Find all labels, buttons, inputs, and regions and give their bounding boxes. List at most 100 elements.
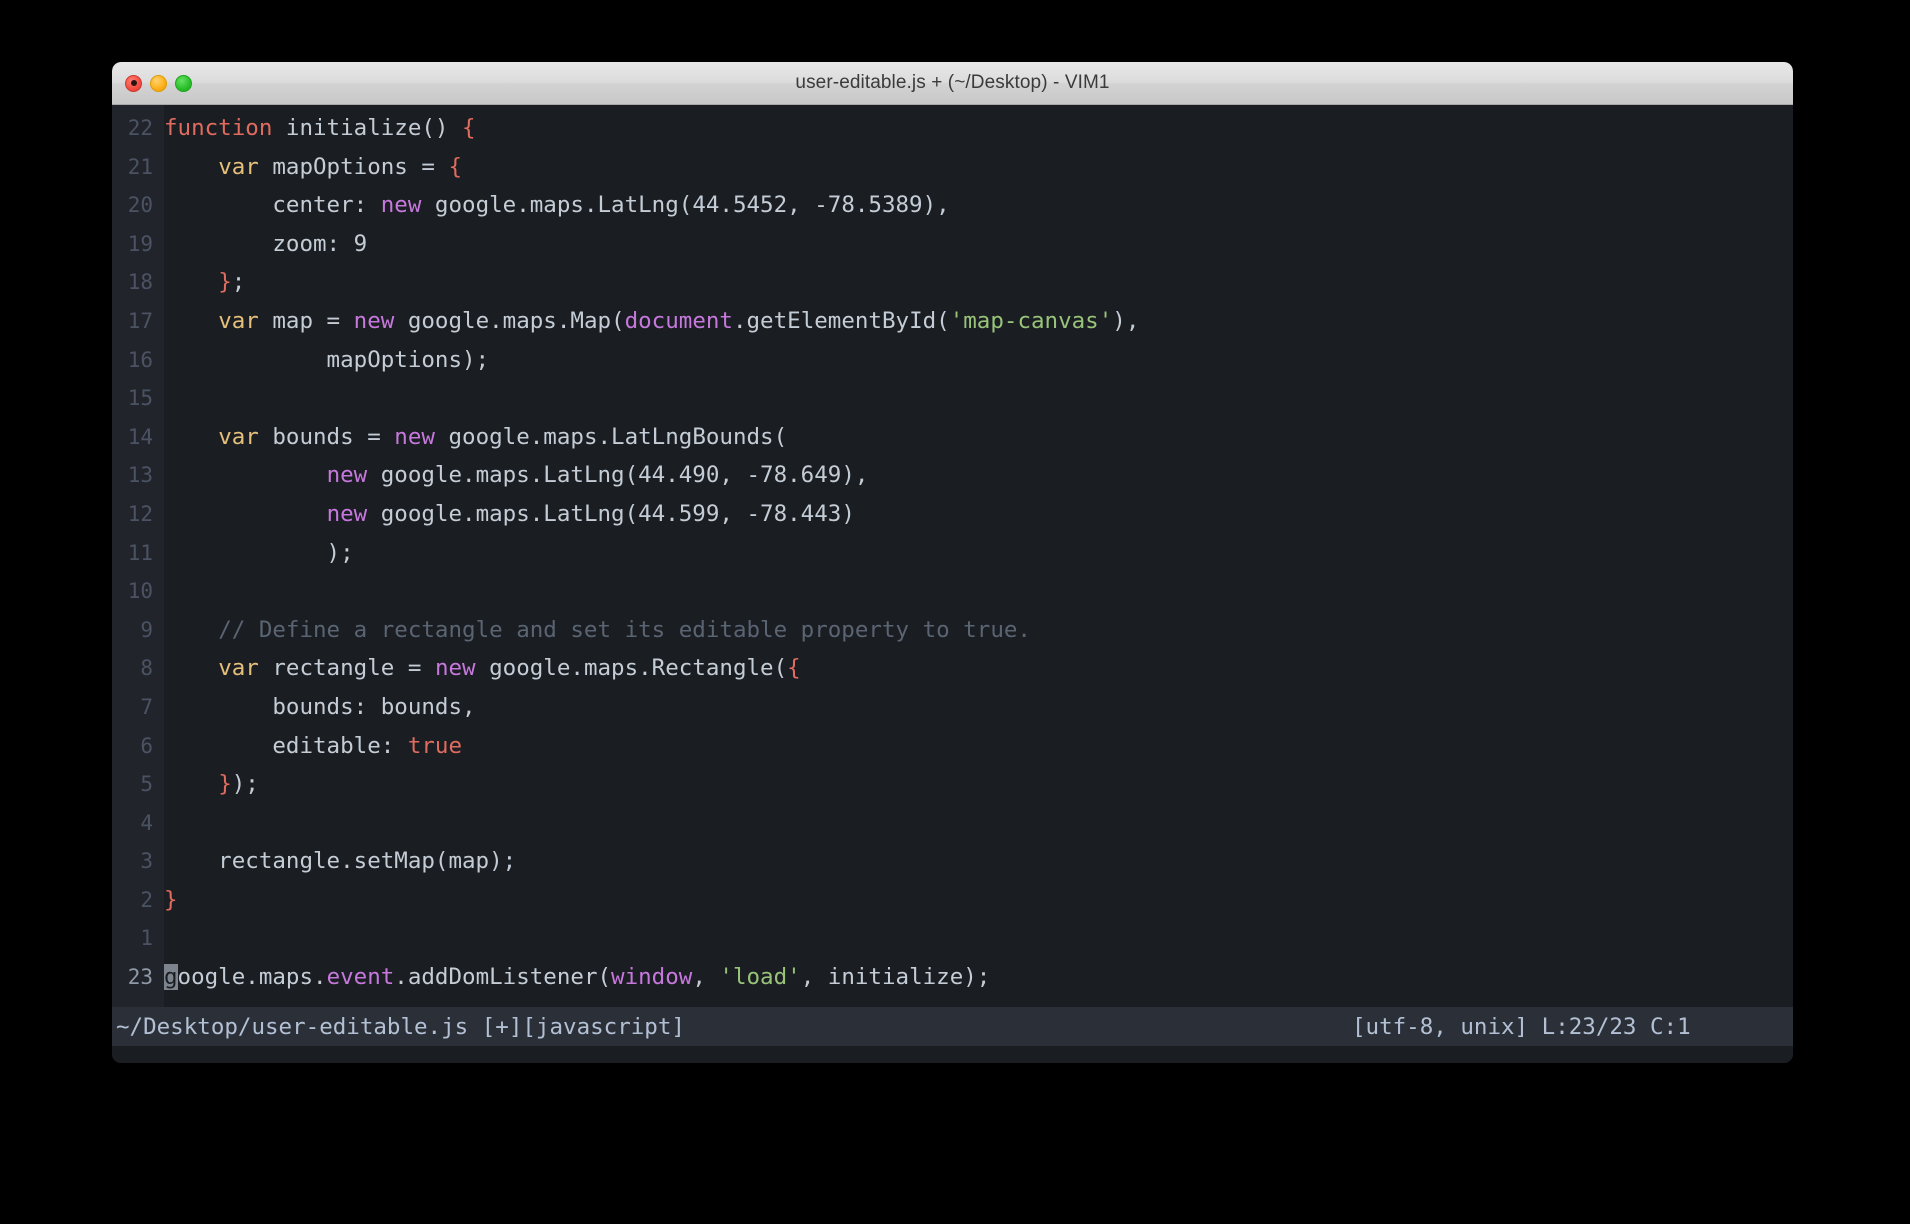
code-token: var — [218, 307, 259, 334]
code-token: g — [164, 964, 178, 991]
code-token: () — [421, 115, 463, 141]
code-line-text: new google.maps.LatLng(44.599, -78.443) — [164, 501, 855, 527]
code-line[interactable]: 11 ); — [112, 534, 1793, 573]
code-line[interactable]: 6 editable: true — [112, 727, 1793, 766]
code-token: new — [326, 500, 368, 527]
code-token: oogle.maps. — [177, 964, 327, 991]
code-line[interactable]: 23 google.maps.event.addDomListener(windo… — [112, 958, 1793, 997]
code-line[interactable]: 8 var rectangle = new google.maps.Rectan… — [112, 649, 1793, 688]
line-number: 1 — [140, 926, 153, 951]
window-title: user-editable.js + (~/Desktop) - VIM1 — [795, 72, 1110, 93]
code-line[interactable]: 19 zoom: 9 — [112, 225, 1793, 264]
code-token: true — [407, 732, 463, 759]
unsaved-indicator-dot — [130, 80, 137, 86]
line-number: 19 — [127, 231, 153, 256]
code-token: function — [164, 115, 273, 141]
line-number: 4 — [140, 810, 153, 835]
code-line-text: rectangle.setMap(map); — [164, 848, 516, 874]
code-token: google.maps.Map( — [394, 307, 625, 334]
code-token: bounds: bounds, — [164, 693, 476, 720]
code-line[interactable]: 5 }); — [112, 765, 1793, 804]
code-token: ; — [231, 269, 246, 296]
code-token: .getElementById( — [732, 307, 950, 334]
code-token: mapOptions = — [258, 153, 449, 180]
code-line-text: var map = new google.maps.Map(document.g… — [164, 308, 1139, 334]
code-token: { — [462, 115, 476, 141]
traffic-light-group — [125, 62, 192, 104]
line-number: 11 — [127, 540, 153, 565]
code-token: event — [326, 964, 395, 991]
code-token: zoom: 9 — [164, 230, 368, 257]
minimize-button-icon[interactable] — [150, 74, 167, 92]
code-token: var — [218, 423, 259, 450]
code-token: rectangle = — [258, 655, 435, 682]
code-token: var — [218, 153, 259, 180]
code-token: } — [218, 771, 232, 798]
code-token: initialize — [285, 115, 422, 141]
code-line-text: }); — [164, 771, 259, 797]
code-line-text: var rectangle = new google.maps.Rectangl… — [164, 655, 801, 681]
code-line[interactable]: 16 mapOptions); — [112, 341, 1793, 380]
code-line[interactable]: 21 var mapOptions = { — [112, 148, 1793, 187]
code-line-text: center: new google.maps.LatLng(44.5452, … — [164, 192, 949, 219]
line-number: 21 — [127, 154, 153, 179]
line-number: 8 — [140, 656, 153, 681]
code-token: new — [394, 423, 435, 450]
code-token: 'map-canvas' — [949, 307, 1113, 334]
window-titlebar[interactable]: user-editable.js + (~/Desktop) - VIM1 — [112, 62, 1793, 105]
line-number: 5 — [140, 772, 153, 797]
code-token: , — [692, 964, 720, 991]
code-token: { — [787, 655, 801, 682]
zoom-button-icon[interactable] — [175, 74, 192, 92]
code-content[interactable]: 22 function initialize() {21 var mapOptio… — [112, 105, 1793, 997]
code-line-text: // Define a rectangle and set its editab… — [164, 617, 1031, 643]
code-line[interactable]: 14 var bounds = new google.maps.LatLngBo… — [112, 418, 1793, 457]
code-line-text: bounds: bounds, — [164, 693, 476, 720]
code-line[interactable]: 4 — [112, 804, 1793, 843]
editor-area[interactable]: 22 function initialize() {21 var mapOptio… — [112, 105, 1793, 1063]
code-line[interactable]: 12 new google.maps.LatLng(44.599, -78.44… — [112, 495, 1793, 534]
code-line[interactable]: 7 bounds: bounds, — [112, 688, 1793, 727]
line-number: 20 — [127, 193, 153, 218]
code-token: rectangle.setMap(map); — [164, 848, 517, 875]
code-line[interactable]: 15 — [112, 379, 1793, 418]
code-token: ); — [231, 771, 259, 798]
code-line[interactable]: 22 function initialize() { — [112, 109, 1793, 148]
code-line[interactable]: 3 rectangle.setMap(map); — [112, 842, 1793, 881]
code-line-text: function initialize() { — [164, 115, 476, 141]
code-line-text: google.maps.event.addDomListener(window,… — [164, 964, 990, 991]
code-line[interactable]: 1 — [112, 919, 1793, 958]
editor-bottom-padding — [112, 1046, 1793, 1063]
vim-statusline: ~/Desktop/user-editable.js [+][javascrip… — [112, 1007, 1793, 1046]
code-token: google.maps.LatLngBounds( — [434, 423, 788, 450]
code-line-text: ); — [164, 540, 354, 566]
close-button-icon[interactable] — [125, 74, 142, 92]
code-token: map = — [258, 307, 354, 334]
code-token: center: — [164, 192, 381, 219]
code-line-text: } — [164, 887, 178, 913]
line-number: 17 — [127, 308, 153, 333]
code-line[interactable]: 9 // Define a rectangle and set its edit… — [112, 611, 1793, 650]
line-number: 16 — [127, 347, 153, 372]
code-token: new — [380, 192, 422, 219]
line-number: 12 — [127, 501, 153, 526]
code-token: } — [164, 886, 178, 913]
code-token: editable: — [164, 732, 408, 759]
code-line[interactable]: 18 }; — [112, 263, 1793, 302]
code-line[interactable]: 17 var map = new google.maps.Map(documen… — [112, 302, 1793, 341]
code-line-text: var mapOptions = { — [164, 154, 462, 180]
code-token: new — [326, 462, 368, 489]
code-token: // Define a rectangle and set its editab… — [218, 616, 1031, 643]
code-line[interactable]: 10 — [112, 572, 1793, 611]
code-line[interactable]: 13 new google.maps.LatLng(44.490, -78.64… — [112, 456, 1793, 495]
code-token: new — [353, 307, 395, 334]
code-line[interactable]: 20 center: new google.maps.LatLng(44.545… — [112, 186, 1793, 225]
code-line[interactable]: 2} — [112, 881, 1793, 920]
code-token: new — [434, 655, 476, 682]
